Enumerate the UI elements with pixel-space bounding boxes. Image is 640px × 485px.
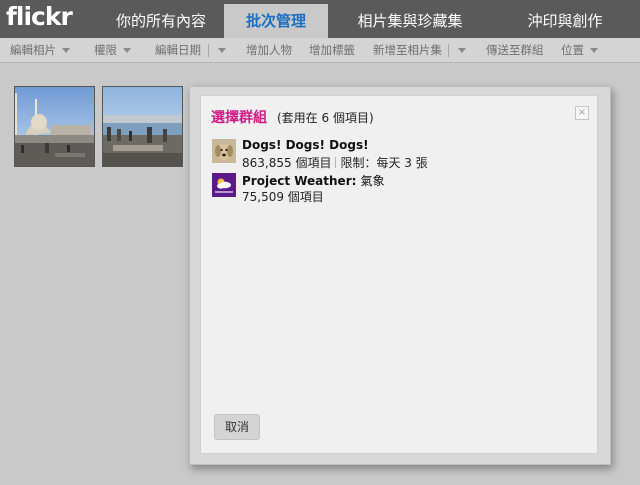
group-item-dogs[interactable]: Dogs! Dogs! Dogs! 863,855 個項目 限制：每天 3 張: [212, 138, 582, 172]
chevron-down-icon: [123, 48, 131, 53]
group-name: Project Weather: 氣象: [242, 172, 385, 189]
photo-thumbnail[interactable]: [102, 86, 183, 167]
group-name-text: Project Weather:: [242, 174, 357, 188]
top-navigation-bar: flickr 你的所有內容 批次管理 相片集與珍藏集 沖印與創作: [0, 0, 640, 38]
group-item-count: 863,855 個項目: [242, 156, 332, 170]
dialog-panel: 選擇群組 (套用在 6 個項目) × Dogs! Dogs! Dogs! 863…: [200, 95, 598, 454]
toolbar-divider: [448, 44, 449, 57]
toolbar-divider: [208, 44, 209, 57]
tab-sets-collections[interactable]: 相片集與珍藏集: [330, 4, 490, 38]
close-button[interactable]: ×: [575, 106, 589, 120]
group-item-project-weather[interactable]: Project Weather: 氣象 75,509 個項目: [212, 172, 582, 206]
location-menu[interactable]: 位置: [561, 38, 598, 62]
permissions-label: 權限: [94, 43, 117, 57]
select-group-dialog: 選擇群組 (套用在 6 個項目) × Dogs! Dogs! Dogs! 863…: [189, 86, 611, 465]
group-item-count: 75,509 個項目: [242, 190, 324, 204]
add-people-button[interactable]: 增加人物: [246, 38, 292, 62]
dialog-title: 選擇群組: [211, 110, 267, 126]
mosque-waterfront-photo: [15, 87, 94, 166]
cancel-button[interactable]: 取消: [214, 414, 260, 440]
edit-dates-menu[interactable]: 編輯日期: [155, 38, 201, 62]
tab-print-create[interactable]: 沖印與創作: [492, 4, 638, 38]
group-name-tag: 氣象: [360, 174, 385, 188]
add-to-set-dropdown[interactable]: [452, 38, 466, 62]
group-name-text: Dogs! Dogs! Dogs!: [242, 138, 369, 152]
chevron-down-icon: [218, 48, 226, 53]
meta-divider: [335, 157, 337, 168]
location-label: 位置: [561, 43, 584, 57]
harbor-crowd-photo: [103, 87, 182, 166]
tab-your-content[interactable]: 你的所有內容: [100, 4, 222, 38]
dog-icon: [212, 139, 236, 163]
group-meta: 75,509 個項目: [242, 188, 324, 205]
edit-photos-label: 編輯相片: [10, 43, 56, 57]
edit-dates-label: 編輯日期: [155, 43, 201, 57]
permissions-menu[interactable]: 權限: [94, 38, 131, 62]
dialog-subtitle: (套用在 6 個項目): [277, 111, 374, 125]
edit-photos-menu[interactable]: 編輯相片: [10, 38, 70, 62]
edit-dates-dropdown[interactable]: [212, 38, 226, 62]
tab-batch-organize[interactable]: 批次管理: [224, 4, 328, 38]
chevron-down-icon: [458, 48, 466, 53]
chevron-down-icon: [590, 48, 598, 53]
photo-thumbnail[interactable]: [14, 86, 95, 167]
flickr-logo[interactable]: flickr: [6, 2, 73, 32]
send-to-group-button[interactable]: 傳送至群組: [486, 38, 544, 62]
group-limit: 限制：每天 3 張: [340, 156, 428, 170]
group-name: Dogs! Dogs! Dogs!: [242, 138, 369, 152]
yahoo-weather-icon: [212, 173, 236, 197]
batch-toolbar: 編輯相片 權限 編輯日期 增加人物 增加標籤 新增至相片集 傳送至群組 位置: [0, 38, 640, 63]
add-to-set-button[interactable]: 新增至相片集: [373, 38, 442, 62]
chevron-down-icon: [62, 48, 70, 53]
close-icon: ×: [577, 107, 587, 118]
add-tags-button[interactable]: 增加標籤: [309, 38, 355, 62]
group-meta: 863,855 個項目 限制：每天 3 張: [242, 154, 428, 171]
